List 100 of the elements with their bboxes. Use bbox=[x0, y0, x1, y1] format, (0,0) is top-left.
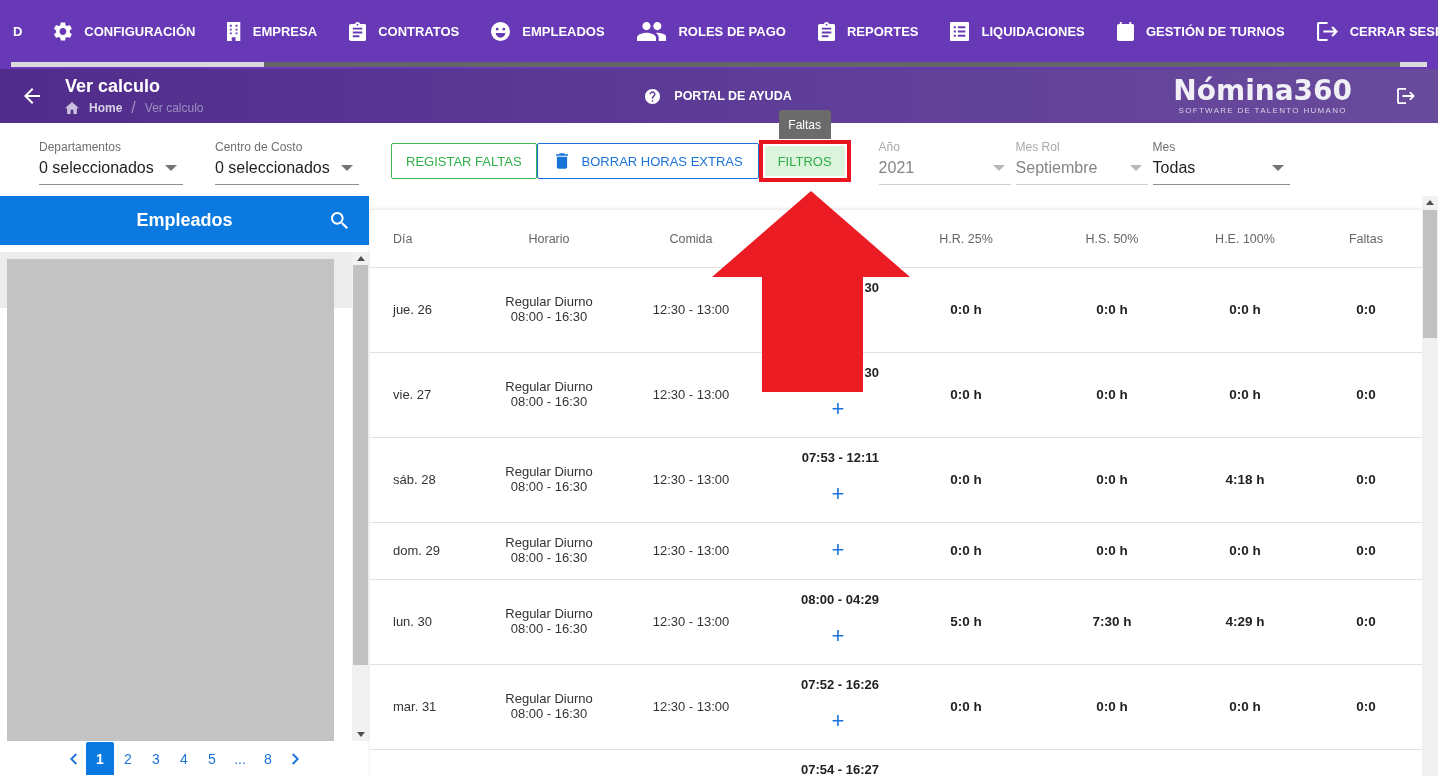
action-button[interactable]: BORRAR HORAS EXTRAS bbox=[536, 143, 759, 179]
page-button[interactable]: 4 bbox=[170, 742, 198, 776]
hours-value: 4:29 h bbox=[1225, 613, 1265, 629]
clipboard-icon bbox=[817, 21, 835, 41]
nav-tab[interactable]: CERRAR SESI bbox=[1300, 14, 1438, 48]
schedule-label: Regular Diurno 08:00 - 16:30 bbox=[505, 535, 593, 565]
scrollbar-thumb[interactable] bbox=[1423, 210, 1437, 338]
scrollbar-thumb[interactable] bbox=[11, 62, 264, 67]
nav-tab[interactable]: GESTIÓN DE TURNOS bbox=[1100, 14, 1301, 48]
page-button[interactable]: 1 bbox=[86, 742, 114, 776]
column-header: H.E. 100% bbox=[1214, 231, 1276, 246]
back-button[interactable] bbox=[22, 86, 42, 106]
meal-break-time: 12:30 - 13:00 bbox=[652, 613, 730, 629]
breadcrumb-link[interactable]: Home bbox=[89, 101, 123, 115]
building-icon bbox=[227, 21, 241, 41]
dropdown-field[interactable]: Mes Todas bbox=[1152, 140, 1290, 185]
calendar-icon bbox=[1116, 21, 1134, 41]
scrollbar-button[interactable] bbox=[1400, 62, 1427, 67]
scroll-up-icon[interactable] bbox=[1426, 200, 1434, 205]
breadcrumb-current: Ver calculo bbox=[144, 101, 204, 115]
logout-button[interactable] bbox=[1397, 87, 1415, 105]
day-label: sáb. 28 bbox=[393, 471, 436, 487]
page-title: Ver calculo bbox=[65, 74, 162, 97]
meal-break-time: 12:30 - 13:00 bbox=[652, 386, 730, 402]
add-button[interactable]: + bbox=[830, 483, 846, 505]
day-label: vie. 27 bbox=[393, 386, 432, 402]
schedule-label: Regular Diurno 08:00 - 16:30 bbox=[505, 294, 593, 324]
column-header: Comida bbox=[668, 231, 714, 246]
nav-tab[interactable]: CONFIGURACIÓN bbox=[38, 14, 212, 48]
hours-value: 0:0 h bbox=[950, 698, 982, 714]
page-button[interactable]: 8 bbox=[254, 742, 282, 776]
page-button[interactable]: 5 bbox=[198, 742, 226, 776]
hours-value: 0:0 h bbox=[1229, 542, 1261, 558]
day-label: lun. 30 bbox=[393, 613, 433, 629]
scrollbar-thumb[interactable] bbox=[353, 264, 368, 665]
absence-value: 0:0 bbox=[1356, 698, 1376, 714]
caret-icon bbox=[1129, 165, 1142, 171]
schedule-label: Regular Diurno 08:00 - 16:30 bbox=[505, 379, 593, 409]
nav-tab[interactable]: CONTRATOS bbox=[333, 14, 476, 48]
nav-tab[interactable]: REPORTES bbox=[801, 14, 935, 48]
scroll-down-icon[interactable] bbox=[356, 732, 365, 738]
hours-value: 0:0 h bbox=[950, 471, 982, 487]
add-button[interactable]: + bbox=[830, 625, 846, 647]
people-icon bbox=[636, 21, 667, 41]
clock-times: 30 bbox=[864, 280, 879, 295]
hours-value: 0:0 h bbox=[950, 542, 982, 558]
meal-break-time: 12:30 - 13:00 bbox=[652, 301, 730, 317]
clock-times: 07:52 - 16:26 bbox=[800, 677, 879, 692]
hours-value: 0:0 h bbox=[1229, 386, 1261, 402]
dropdown-field[interactable]: Departamentos 0 seleccionados bbox=[39, 140, 183, 185]
hours-value: 4:18 h bbox=[1225, 471, 1265, 487]
logo-wordmark: Nómina360 bbox=[1173, 76, 1352, 106]
absence-value: 0:0 bbox=[1356, 613, 1376, 629]
day-label: mar. 31 bbox=[393, 698, 437, 714]
help-icon bbox=[645, 88, 661, 104]
trash-icon bbox=[555, 153, 568, 169]
page-button[interactable]: 2 bbox=[114, 742, 142, 776]
page-button[interactable]: ... bbox=[226, 742, 254, 776]
day-label: dom. 29 bbox=[393, 542, 440, 558]
home-icon bbox=[65, 102, 79, 114]
nav-tab[interactable]: ROLES DE PAGO bbox=[620, 14, 802, 48]
clock-times: 08:00 - 04:29 bbox=[800, 592, 879, 607]
action-button[interactable]: REGISTAR FALTAS bbox=[391, 143, 537, 179]
help-portal-link[interactable]: PORTAL DE AYUDA bbox=[645, 88, 792, 104]
breadcrumb-separator: / bbox=[131, 99, 136, 117]
clock-times: 07:54 - 16:27 bbox=[800, 762, 879, 776]
hours-value: 7:30 h bbox=[1092, 613, 1132, 629]
meal-break-time: 12:30 - 13:00 bbox=[652, 542, 730, 558]
caret-icon bbox=[992, 165, 1005, 171]
dropdown-field[interactable]: Centro de Costo 0 seleccionados bbox=[215, 140, 359, 185]
hours-value: 0:0 h bbox=[1096, 301, 1128, 317]
schedule-label: Regular Diurno 08:00 - 16:30 bbox=[505, 464, 593, 494]
scroll-up-icon[interactable] bbox=[356, 255, 365, 261]
clock-times: 30 bbox=[864, 365, 879, 380]
chevron-right-icon bbox=[291, 752, 299, 765]
add-button[interactable]: + bbox=[830, 398, 846, 420]
column-header: Día bbox=[392, 231, 414, 246]
logout-icon bbox=[1397, 88, 1415, 104]
column-header: Horario bbox=[527, 231, 571, 246]
add-button[interactable]: + bbox=[830, 710, 846, 732]
tooltip: Faltas bbox=[778, 110, 831, 139]
column-header: H.S. 50% bbox=[1084, 231, 1140, 246]
hours-value: 0:0 h bbox=[1096, 471, 1128, 487]
add-button[interactable]: + bbox=[830, 539, 846, 561]
search-button[interactable] bbox=[330, 211, 349, 230]
hours-value: 0:0 h bbox=[950, 386, 982, 402]
logout-icon bbox=[1316, 21, 1338, 41]
back-arrow-icon bbox=[24, 88, 40, 104]
hours-value: 0:0 h bbox=[1096, 386, 1128, 402]
hours-value: 0:0 h bbox=[1096, 542, 1128, 558]
absence-value: 0:0 bbox=[1356, 471, 1376, 487]
meal-break-time: 12:30 - 13:00 bbox=[652, 698, 730, 714]
nav-tab[interactable]: EMPRESA bbox=[211, 14, 334, 48]
nav-tab[interactable]: D bbox=[0, 14, 39, 48]
nav-tab[interactable]: LIQUIDACIONES bbox=[934, 14, 1101, 48]
caret-icon bbox=[1271, 165, 1284, 171]
page-button[interactable]: 3 bbox=[142, 742, 170, 776]
hours-value: 0:0 h bbox=[950, 301, 982, 317]
nav-tab[interactable]: EMPLEADOS bbox=[475, 14, 621, 48]
column-header: Faltas bbox=[1347, 231, 1384, 246]
